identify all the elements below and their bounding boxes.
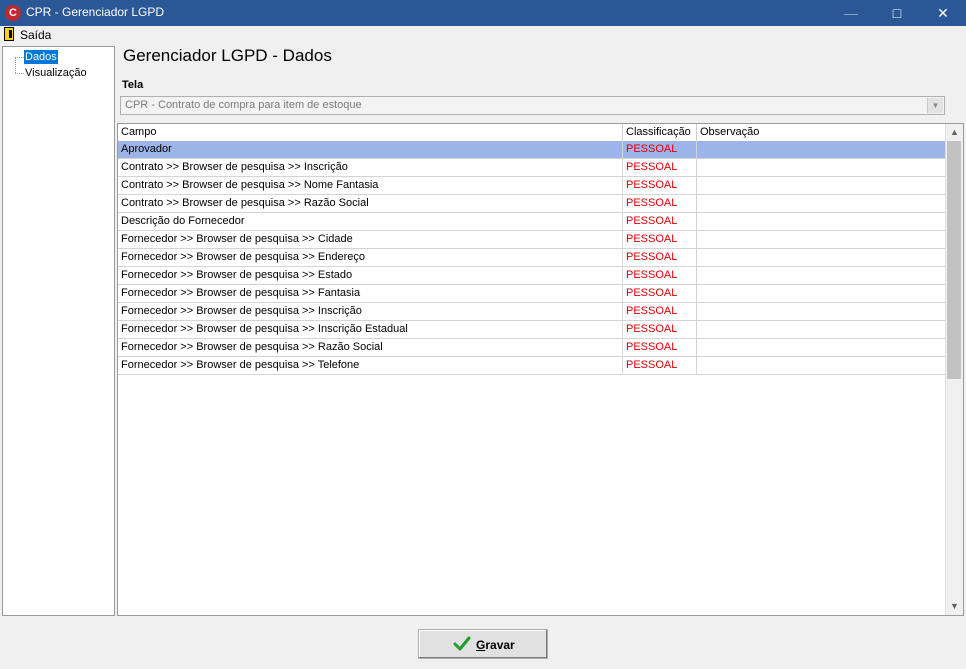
column-header-campo[interactable]: Campo <box>118 124 623 141</box>
cell-campo[interactable]: Aprovador <box>118 141 623 158</box>
cell-classificacao[interactable]: PESSOAL <box>623 141 697 158</box>
cell-observacao[interactable] <box>697 321 947 338</box>
cell-observacao[interactable] <box>697 285 947 302</box>
table-row[interactable]: Aprovador PESSOAL <box>118 141 947 159</box>
cell-classificacao[interactable]: PESSOAL <box>623 213 697 230</box>
grid-header: Campo Classificação Observação <box>118 124 947 142</box>
cell-classificacao[interactable]: PESSOAL <box>623 303 697 320</box>
cell-classificacao[interactable]: PESSOAL <box>623 177 697 194</box>
title-bar[interactable]: C CPR - Gerenciador LGPD — □ ✕ <box>0 0 966 26</box>
window-title: CPR - Gerenciador LGPD <box>26 5 165 19</box>
cell-campo[interactable]: Contrato >> Browser de pesquisa >> Nome … <box>118 177 623 194</box>
tela-dropdown[interactable]: CPR - Contrato de compra para item de es… <box>120 96 945 115</box>
cell-campo[interactable]: Fornecedor >> Browser de pesquisa >> Est… <box>118 267 623 284</box>
table-row[interactable]: Fornecedor >> Browser de pesquisa >> Fan… <box>118 285 947 303</box>
cell-campo[interactable]: Fornecedor >> Browser de pesquisa >> Tel… <box>118 357 623 374</box>
cell-observacao[interactable] <box>697 249 947 266</box>
table-row[interactable]: Fornecedor >> Browser de pesquisa >> End… <box>118 249 947 267</box>
minimize-button[interactable]: — <box>828 0 874 26</box>
cell-classificacao[interactable]: PESSOAL <box>623 339 697 356</box>
table-row[interactable]: Contrato >> Browser de pesquisa >> Nome … <box>118 177 947 195</box>
lgpd-data-grid[interactable]: Campo Classificação Observação Aprovador… <box>117 123 964 616</box>
cell-observacao[interactable] <box>697 141 947 158</box>
cell-classificacao[interactable]: PESSOAL <box>623 159 697 176</box>
cell-campo[interactable]: Fornecedor >> Browser de pesquisa >> Ins… <box>118 321 623 338</box>
cell-observacao[interactable] <box>697 195 947 212</box>
cell-observacao[interactable] <box>697 159 947 176</box>
green-check-icon <box>453 636 471 651</box>
close-button[interactable]: ✕ <box>920 0 966 26</box>
cell-classificacao[interactable]: PESSOAL <box>623 267 697 284</box>
tree-item-dados[interactable]: Dados <box>24 50 58 64</box>
table-row[interactable]: Fornecedor >> Browser de pesquisa >> Ins… <box>118 303 947 321</box>
table-row[interactable]: Descrição do Fornecedor PESSOAL <box>118 213 947 231</box>
tela-label: Tela <box>122 79 144 91</box>
app-icon[interactable]: C <box>5 5 21 21</box>
menu-item-saida[interactable]: Saída <box>20 28 51 42</box>
cell-observacao[interactable] <box>697 177 947 194</box>
table-row[interactable]: Contrato >> Browser de pesquisa >> Razão… <box>118 195 947 213</box>
table-row[interactable]: Fornecedor >> Browser de pesquisa >> Ins… <box>118 321 947 339</box>
table-row[interactable]: Fornecedor >> Browser de pesquisa >> Est… <box>118 267 947 285</box>
tela-dropdown-value: CPR - Contrato de compra para item de es… <box>125 99 362 111</box>
chevron-down-icon[interactable]: ▼ <box>927 98 943 113</box>
cell-observacao[interactable] <box>697 267 947 284</box>
cell-classificacao[interactable]: PESSOAL <box>623 285 697 302</box>
vertical-scrollbar[interactable]: ▲ ▼ <box>945 124 963 615</box>
exit-door-icon[interactable] <box>4 27 14 41</box>
table-row[interactable]: Fornecedor >> Browser de pesquisa >> Cid… <box>118 231 947 249</box>
table-row[interactable]: Fornecedor >> Browser de pesquisa >> Raz… <box>118 339 947 357</box>
cell-classificacao[interactable]: PESSOAL <box>623 321 697 338</box>
cell-campo[interactable]: Fornecedor >> Browser de pesquisa >> End… <box>118 249 623 266</box>
navigation-tree: Dados Visualização <box>2 46 115 616</box>
cell-observacao[interactable] <box>697 339 947 356</box>
cell-campo[interactable]: Fornecedor >> Browser de pesquisa >> Cid… <box>118 231 623 248</box>
cell-campo[interactable]: Fornecedor >> Browser de pesquisa >> Raz… <box>118 339 623 356</box>
cell-campo[interactable]: Fornecedor >> Browser de pesquisa >> Ins… <box>118 303 623 320</box>
scrollbar-thumb[interactable] <box>947 141 961 379</box>
cell-observacao[interactable] <box>697 231 947 248</box>
cell-observacao[interactable] <box>697 357 947 374</box>
cell-campo[interactable]: Contrato >> Browser de pesquisa >> Inscr… <box>118 159 623 176</box>
scroll-up-icon[interactable]: ▲ <box>946 124 963 141</box>
table-row[interactable]: Contrato >> Browser de pesquisa >> Inscr… <box>118 159 947 177</box>
cell-campo[interactable]: Fornecedor >> Browser de pesquisa >> Fan… <box>118 285 623 302</box>
cell-campo[interactable]: Contrato >> Browser de pesquisa >> Razão… <box>118 195 623 212</box>
cell-observacao[interactable] <box>697 213 947 230</box>
page-title: Gerenciador LGPD - Dados <box>123 46 332 65</box>
cell-classificacao[interactable]: PESSOAL <box>623 195 697 212</box>
cell-classificacao[interactable]: PESSOAL <box>623 357 697 374</box>
save-button-label: Gravar <box>476 638 515 652</box>
menu-bar: Saída <box>0 26 966 44</box>
save-button[interactable]: Gravar <box>418 629 548 659</box>
column-header-classificacao[interactable]: Classificação <box>623 124 697 141</box>
column-header-observacao[interactable]: Observação <box>697 124 947 141</box>
cell-observacao[interactable] <box>697 303 947 320</box>
cell-classificacao[interactable]: PESSOAL <box>623 249 697 266</box>
cell-classificacao[interactable]: PESSOAL <box>623 231 697 248</box>
maximize-button[interactable]: □ <box>874 0 920 26</box>
scroll-down-icon[interactable]: ▼ <box>946 598 963 615</box>
tree-item-visualizacao[interactable]: Visualização <box>24 66 88 80</box>
table-row[interactable]: Fornecedor >> Browser de pesquisa >> Tel… <box>118 357 947 375</box>
cell-campo[interactable]: Descrição do Fornecedor <box>118 213 623 230</box>
